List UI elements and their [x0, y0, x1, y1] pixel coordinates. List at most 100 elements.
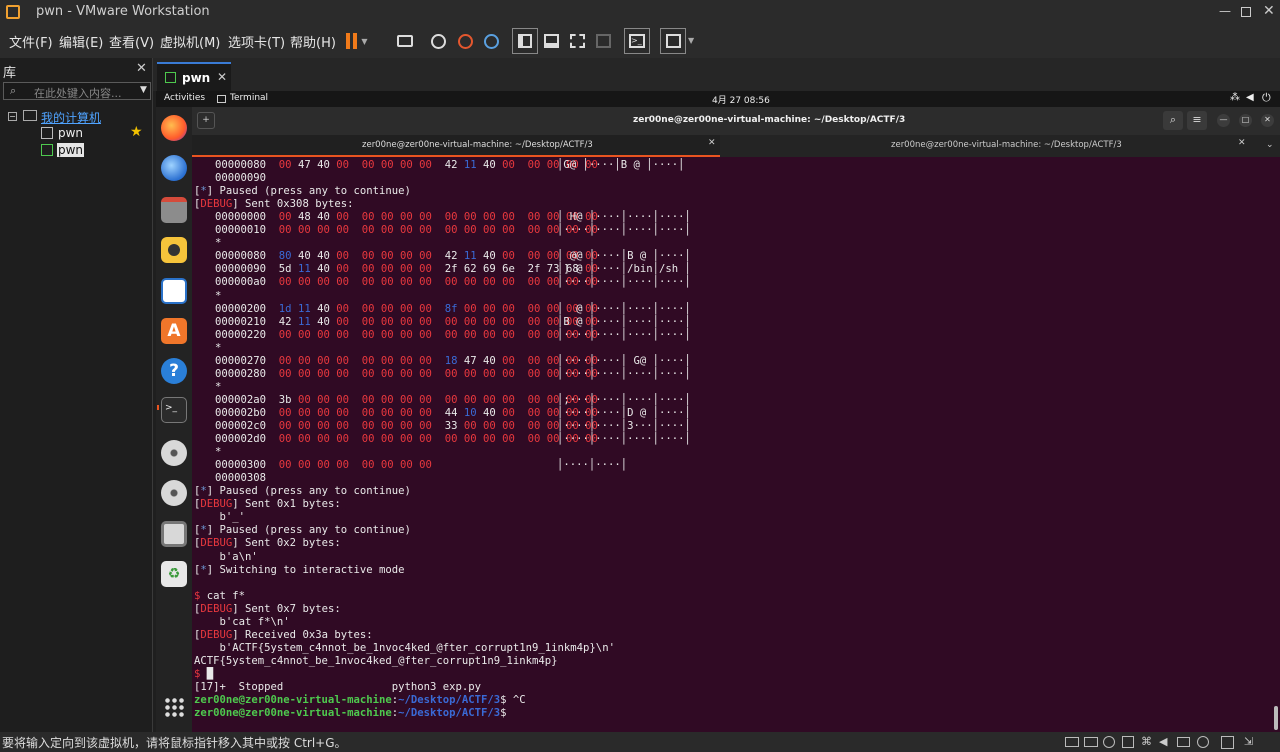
floppy-icon[interactable]	[1122, 736, 1134, 748]
console-view-button[interactable]: >_	[624, 28, 650, 54]
library-close-icon[interactable]: ✕	[136, 61, 147, 76]
library-view-button[interactable]	[512, 28, 538, 54]
snapshot-manager-button[interactable]	[478, 28, 504, 54]
terminal-scrollbar[interactable]	[1274, 706, 1278, 730]
chevron-down-icon[interactable]: ▼	[140, 85, 147, 95]
hex-ascii: │ @@ │····│B @ │····│	[557, 250, 691, 263]
terminal-line: [DEBUG] Received 0x3a bytes:	[194, 628, 373, 641]
rhythmbox-icon[interactable]	[161, 237, 187, 263]
usb-icon[interactable]: ⌘	[1141, 735, 1152, 748]
terminal-output[interactable]: 00000080 00 47 40 00 00 00 00 00 42 11 4…	[192, 157, 1272, 732]
sound-icon[interactable]: ◀	[1159, 735, 1167, 748]
terminal-tab-2-label: zer00ne@zer00ne-virtual-machine: ~/Deskt…	[891, 140, 1122, 150]
message-log-icon[interactable]	[1221, 736, 1234, 749]
hex-byte: 00	[336, 420, 356, 432]
printer-icon[interactable]	[1177, 737, 1190, 747]
menu-view[interactable]: 查看(V)	[109, 32, 154, 51]
hex-offset: 00000080	[215, 159, 267, 171]
hex-byte: 00	[380, 224, 401, 237]
network-icon[interactable]: ⁂	[1230, 92, 1240, 103]
tab-pwn[interactable]: pwn ✕	[157, 62, 231, 91]
hex-byte: 00	[361, 354, 381, 367]
library-search-input[interactable]: ⌕ 在此处键入内容... ▼	[3, 82, 151, 100]
tab-close-icon[interactable]: ✕	[1238, 138, 1246, 148]
pause-button[interactable]: ▼	[344, 28, 370, 54]
help-icon[interactable]: ?	[161, 358, 187, 384]
tree-item-pwn-selected[interactable]: pwn	[57, 143, 85, 157]
terminal-tab-2[interactable]: zer00ne@zer00ne-virtual-machine: ~/Deskt…	[722, 135, 1262, 157]
firefox-icon[interactable]	[161, 115, 187, 141]
tree-item-pwn[interactable]: pwn	[58, 126, 83, 140]
hex-byte: 00	[482, 367, 503, 380]
cd-dvd-icon[interactable]	[1103, 736, 1115, 748]
prompt-command: $	[500, 707, 513, 720]
terminal-tab-1[interactable]: zer00ne@zer00ne-virtual-machine: ~/Deskt…	[192, 135, 720, 157]
hex-ascii: │····│····│····│····│	[557, 433, 691, 446]
show-apps-icon[interactable]	[164, 697, 184, 717]
hex-byte: 00	[380, 159, 401, 171]
terminal-line: [DEBUG] Sent 0x308 bytes:	[194, 198, 354, 211]
app-center-icon[interactable]: A	[161, 318, 187, 344]
network-adapter-icon[interactable]	[1084, 737, 1098, 747]
tree-collapse-icon[interactable]: −	[8, 112, 17, 121]
close-icon[interactable]: ✕	[1263, 3, 1275, 19]
vm-running-icon	[165, 72, 176, 83]
minimize-icon[interactable]: —	[1219, 4, 1231, 18]
files-icon[interactable]	[161, 197, 187, 223]
hex-byte: 00	[527, 224, 547, 237]
prompt-user: zer00ne@zer00ne-virtual-machine	[194, 707, 392, 720]
hamburger-menu-button[interactable]: ≡	[1187, 111, 1207, 130]
hex-byte: 00	[419, 433, 439, 446]
tree-root-my-computer[interactable]: 我的计算机	[41, 109, 101, 126]
hex-offset: 00000308	[215, 472, 267, 485]
menu-tabs[interactable]: 选项卡(T)	[228, 32, 285, 51]
search-button[interactable]: ⌕	[1163, 111, 1183, 130]
hex-byte: 00	[380, 393, 401, 406]
power-icon[interactable]: ⏻	[1262, 91, 1271, 105]
new-tab-button[interactable]: +	[197, 112, 215, 129]
hex-byte: 5d	[278, 263, 298, 276]
unity-button[interactable]	[590, 28, 616, 54]
close-icon[interactable]: ✕	[1261, 114, 1274, 127]
dvd-icon[interactable]	[161, 480, 187, 506]
clock[interactable]: 4月 27 08:56	[712, 93, 770, 106]
menu-file[interactable]: 文件(F)	[9, 32, 53, 51]
chevron-down-icon[interactable]: ⌄	[1266, 140, 1274, 150]
snapshot-button[interactable]	[425, 28, 451, 54]
full-screen-button[interactable]	[564, 28, 590, 54]
favorite-star-icon[interactable]: ★	[130, 124, 143, 140]
thunderbird-icon[interactable]	[161, 155, 187, 181]
minimize-icon[interactable]: —	[1217, 114, 1230, 127]
resize-grip-icon[interactable]: ⇲	[1244, 735, 1253, 748]
menu-edit[interactable]: 编辑(E)	[59, 32, 103, 51]
terminal-app-menu[interactable]: Terminal	[230, 93, 268, 103]
dvd-icon[interactable]	[161, 440, 187, 466]
hex-offset: 00000080	[215, 250, 267, 263]
display-icon[interactable]	[1197, 736, 1209, 748]
terminal-icon[interactable]: >_	[161, 397, 187, 423]
stretch-button[interactable]	[660, 28, 686, 54]
volume-icon[interactable]: ◀	[1246, 92, 1254, 103]
hex-byte: 00	[463, 420, 483, 432]
chevron-down-icon[interactable]: ▼	[688, 36, 694, 45]
tab-close-icon[interactable]: ✕	[708, 138, 716, 148]
hex-byte: 00	[482, 224, 503, 237]
maximize-icon[interactable]: □	[1239, 114, 1252, 127]
hex-byte: 00	[297, 420, 318, 432]
revert-snapshot-button[interactable]	[452, 28, 478, 54]
activities-button[interactable]: Activities	[164, 93, 205, 103]
maximize-icon[interactable]	[1241, 7, 1251, 17]
menu-help[interactable]: 帮助(H)	[290, 32, 336, 51]
hard-disk-icon[interactable]	[1065, 737, 1079, 747]
libreoffice-writer-icon[interactable]	[161, 278, 187, 304]
tab-close-icon[interactable]: ✕	[217, 70, 227, 84]
menu-vm[interactable]: 虚拟机(M)	[160, 32, 220, 51]
hexdump-row: 00000080 00 47 40 00 00 00 00 00 42 11 4…	[215, 159, 685, 172]
floppy-icon[interactable]	[161, 521, 187, 547]
hex-byte: 00	[336, 250, 356, 263]
thumbnail-view-button[interactable]	[538, 28, 564, 54]
send-ctrl-alt-del-button[interactable]	[392, 28, 418, 54]
search-icon: ⌕	[10, 84, 17, 97]
trash-icon[interactable]: ♻	[161, 561, 187, 587]
library-title: 库	[3, 66, 17, 81]
